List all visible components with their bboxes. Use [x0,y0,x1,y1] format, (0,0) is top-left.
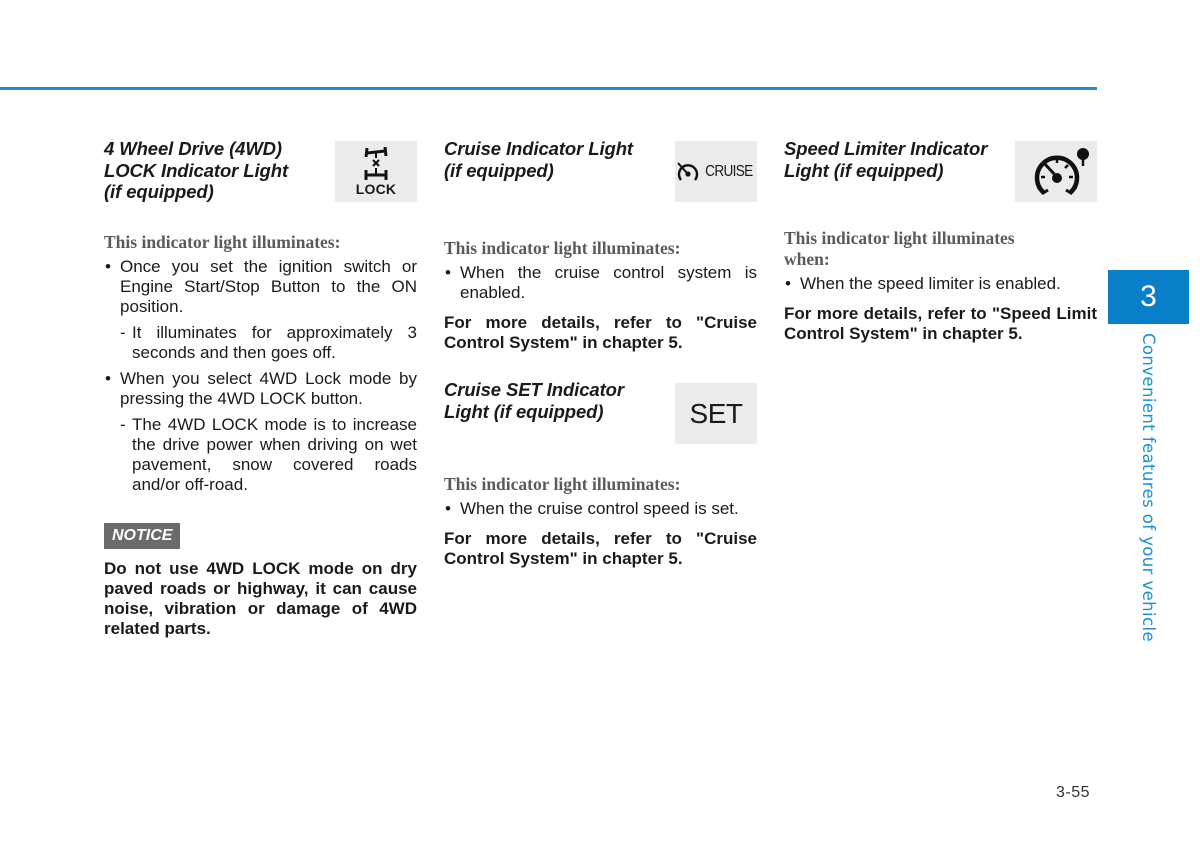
bullet-text: When you select 4WD Lock mode by pressin… [120,369,417,408]
bullet-text: Once you set the ignition switch or Engi… [120,257,417,316]
section-header: 4 Wheel Drive (4WD) LOCK Indicator Light… [104,138,417,202]
section-title: Cruise Indicator Light (if equipped) [444,138,669,181]
set-label: SET [689,397,743,429]
title-line: Light (if equipped) [784,159,944,181]
section-subheading: This indicator light illuminates: [104,232,341,252]
section-4wd-lock: 4 Wheel Drive (4WD) LOCK Indicator Light… [104,138,417,639]
chapter-tab[interactable]: 3 [1108,270,1189,324]
bullet-list: When the speed limiter is enabled. [784,274,1097,294]
speedometer-icon [677,161,699,181]
chapter-number: 3 [1140,280,1157,313]
section-cruise: Cruise Indicator Light (if equipped) CRU… [444,138,757,569]
bullet-item: When you select 4WD Lock mode by pressin… [104,369,417,495]
section-title: Speed Limiter Indicator Light (if equipp… [784,138,1009,181]
title-line: Light (if equipped) [444,400,604,422]
chapter-title-text: Convenient features of your vehicle [1139,333,1158,643]
lock-label: LOCK [355,180,397,197]
cruise-label: CRUISE [705,162,753,180]
section-header: Cruise Indicator Light (if equipped) CRU… [444,138,757,202]
speedometer-limiter-icon [1034,147,1089,195]
reference-text: For more details, refer to "Cruise Contr… [444,313,757,352]
section-subheading: This indicator light illuminates: [444,474,681,494]
bullet-list: When the cruise control system is enable… [444,263,757,303]
bullet-list: Once you set the ignition switch or Engi… [104,257,417,495]
bullet-item: When the cruise control system is enable… [444,263,757,303]
section-title: 4 Wheel Drive (4WD) LOCK Indicator Light… [104,138,329,203]
section-subheading: This indicator light illuminates: [444,238,681,258]
bullet-item: When the speed limiter is enabled. [784,274,1097,294]
title-line: LOCK Indicator Light [104,159,289,181]
section-speed-limiter: Speed Limiter Indicator Light (if equipp… [784,138,1097,344]
page-number: 3-55 [1056,784,1091,801]
title-line: 4 Wheel Drive (4WD) [104,138,282,159]
chapter-title: Convenient features of your vehicle [1139,333,1168,642]
title-line: Cruise SET Indicator [444,379,624,400]
axle-icon [364,146,388,180]
title-line: Speed Limiter Indicator [784,138,988,159]
bullet-item: When the cruise control speed is set. [444,499,757,519]
title-line: (if equipped) [444,159,554,181]
bullet-list: When the cruise control speed is set. [444,499,757,519]
title-line: Cruise Indicator Light [444,138,633,159]
reference-text: For more details, refer to "Speed Limit … [784,304,1097,343]
section-header-cruise-set: Cruise SET Indicator Light (if equipped)… [444,379,757,444]
bullet-item: Once you set the ignition switch or Engi… [104,257,417,363]
notice-badge: NOTICE [104,523,181,549]
notice-text: Do not use 4WD LOCK mode on dry paved ro… [104,559,417,638]
header-rule [0,87,1097,90]
cruise-icon: CRUISE [675,141,757,202]
sub-bullet: It illuminates for approximately 3 secon… [104,323,417,363]
section-subheading: This indicator light illuminates when: [784,228,1015,269]
speed-limiter-icon [1015,141,1097,202]
section-title: Cruise SET Indicator Light (if equipped) [444,379,669,422]
4wd-lock-icon: LOCK [335,141,417,202]
cruise-set-icon: SET [675,383,757,444]
sub-bullet: The 4WD LOCK mode is to increase the dri… [104,415,417,495]
title-line: (if equipped) [104,181,214,202]
section-header: Speed Limiter Indicator Light (if equipp… [784,138,1097,202]
reference-text: For more details, refer to "Cruise Contr… [444,529,757,568]
